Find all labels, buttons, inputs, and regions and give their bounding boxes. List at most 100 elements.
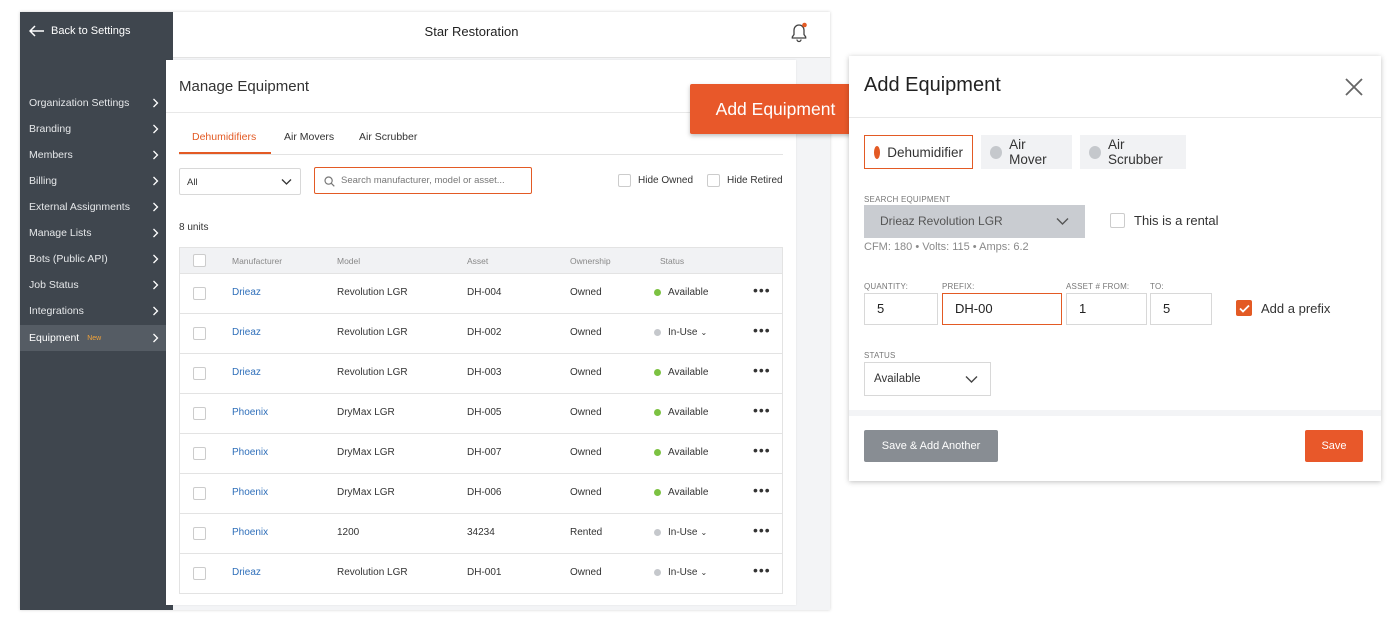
- sidebar-item-job-status[interactable]: Job Status: [20, 272, 173, 298]
- close-icon[interactable]: [1344, 77, 1364, 97]
- back-to-settings-link[interactable]: Back to Settings: [29, 25, 131, 37]
- asset-cell: DH-003: [467, 367, 502, 378]
- manage-equipment-card: Manage Equipment Dehumidifiers Air Mover…: [166, 60, 796, 605]
- manufacturer-link[interactable]: Drieaz: [232, 327, 261, 338]
- sidebar-item-organization-settings[interactable]: Organization Settings: [20, 90, 173, 116]
- rental-checkbox[interactable]: This is a rental: [1110, 213, 1219, 228]
- row-checkbox[interactable]: [193, 567, 206, 580]
- more-options-icon[interactable]: •••: [753, 522, 771, 538]
- more-options-icon[interactable]: •••: [753, 442, 771, 458]
- status-cell: Available: [654, 447, 708, 458]
- hide-retired-checkbox[interactable]: Hide Retired: [707, 174, 783, 187]
- chevron-right-icon: [153, 124, 159, 134]
- manufacturer-link[interactable]: Drieaz: [232, 287, 261, 298]
- ownership-cell: Owned: [570, 487, 602, 498]
- tab-dehumidifiers[interactable]: Dehumidifiers: [192, 131, 256, 143]
- more-options-icon[interactable]: •••: [753, 402, 771, 418]
- chevron-down-icon[interactable]: ⌄: [700, 568, 707, 577]
- manufacturer-link[interactable]: Drieaz: [232, 367, 261, 378]
- radio-icon: [990, 145, 1003, 159]
- radio-icon: [874, 145, 881, 159]
- sidebar-item-equipment[interactable]: Equipment New: [20, 325, 173, 351]
- sidebar-item-members[interactable]: Members: [20, 142, 173, 168]
- table-row[interactable]: Phoenix DryMax LGR DH-006 Owned Available •••: [179, 474, 783, 514]
- add-prefix-checkbox[interactable]: Add a prefix: [1236, 300, 1330, 316]
- type-air-mover[interactable]: Air Mover: [981, 135, 1072, 169]
- manufacturer-link[interactable]: Phoenix: [232, 447, 268, 458]
- modal-header-divider: [849, 117, 1381, 118]
- row-checkbox[interactable]: [193, 287, 206, 300]
- asset-to-field[interactable]: 5: [1150, 293, 1212, 325]
- sidebar-item-label: Bots (Public API): [29, 253, 108, 265]
- asset-from-field[interactable]: 1: [1066, 293, 1147, 325]
- sidebar-item-external-assignments[interactable]: External Assignments: [20, 194, 173, 220]
- row-checkbox[interactable]: [193, 367, 206, 380]
- row-checkbox[interactable]: [193, 327, 206, 340]
- more-options-icon[interactable]: •••: [753, 282, 771, 298]
- prefix-field[interactable]: DH-00: [942, 293, 1062, 325]
- status-text: Available: [668, 447, 709, 458]
- status-cell[interactable]: In-Use ⌄: [654, 327, 707, 338]
- filter-value: All: [187, 177, 198, 188]
- status-dot-icon: [654, 329, 661, 336]
- search-input[interactable]: Search manufacturer, model or asset...: [314, 167, 532, 194]
- sidebar-item-integrations[interactable]: Integrations: [20, 298, 173, 324]
- table-row[interactable]: Drieaz Revolution LGR DH-004 Owned Available…: [179, 274, 783, 314]
- status-dot-icon: [654, 289, 661, 296]
- table-row[interactable]: Phoenix DryMax LGR DH-005 Owned Available •••: [179, 394, 783, 434]
- ownership-cell: Owned: [570, 367, 602, 378]
- sidebar-item-manage-lists[interactable]: Manage Lists: [20, 220, 173, 246]
- column-model: Model: [337, 256, 361, 266]
- search-placeholder: Search manufacturer, model or asset...: [341, 175, 505, 186]
- status-dot-icon: [654, 489, 661, 496]
- manufacturer-link[interactable]: Drieaz: [232, 567, 261, 578]
- filter-select[interactable]: All: [179, 168, 301, 195]
- status-cell[interactable]: In-Use ⌄: [654, 567, 707, 578]
- row-checkbox[interactable]: [193, 447, 206, 460]
- table-row[interactable]: Phoenix DryMax LGR DH-007 Owned Available •••: [179, 434, 783, 474]
- tabs-divider: [179, 154, 783, 155]
- add-equipment-button[interactable]: Add Equipment: [690, 84, 861, 134]
- sidebar-item-billing[interactable]: Billing: [20, 168, 173, 194]
- table-row[interactable]: Phoenix 1200 34234 Rented In-Use ⌄ •••: [179, 514, 783, 554]
- model-cell: Revolution LGR: [337, 327, 408, 338]
- equipment-select[interactable]: Drieaz Revolution LGR: [864, 205, 1085, 238]
- manufacturer-link[interactable]: Phoenix: [232, 407, 268, 418]
- tab-air-scrubber[interactable]: Air Scrubber: [359, 131, 417, 143]
- quantity-field[interactable]: 5: [864, 293, 938, 325]
- save-button[interactable]: Save: [1305, 430, 1363, 462]
- hide-owned-checkbox[interactable]: Hide Owned: [618, 174, 693, 187]
- status-cell[interactable]: In-Use ⌄: [654, 527, 707, 538]
- row-checkbox[interactable]: [193, 527, 206, 540]
- table-row[interactable]: Drieaz Revolution LGR DH-002 Owned In-Use ⌄ ••…: [179, 314, 783, 354]
- status-select[interactable]: Available: [864, 362, 991, 396]
- back-label: Back to Settings: [51, 25, 131, 37]
- sidebar-item-label: Members: [29, 149, 73, 161]
- manufacturer-link[interactable]: Phoenix: [232, 527, 268, 538]
- save-and-add-another-button[interactable]: Save & Add Another: [864, 430, 998, 462]
- chevron-right-icon: [153, 150, 159, 160]
- select-all-checkbox[interactable]: [193, 254, 206, 267]
- ownership-cell: Owned: [570, 287, 602, 298]
- row-checkbox[interactable]: [193, 407, 206, 420]
- manufacturer-link[interactable]: Phoenix: [232, 487, 268, 498]
- bell-icon[interactable]: [789, 22, 809, 44]
- more-options-icon[interactable]: •••: [753, 482, 771, 498]
- sidebar-item-branding[interactable]: Branding: [20, 116, 173, 142]
- more-options-icon[interactable]: •••: [753, 362, 771, 378]
- arrow-left-icon: [29, 25, 44, 37]
- quantity-label: QUANTITY:: [864, 282, 909, 291]
- status-text: In-Use: [668, 527, 698, 538]
- more-options-icon[interactable]: •••: [753, 322, 771, 338]
- more-options-icon[interactable]: •••: [753, 562, 771, 578]
- chevron-down-icon[interactable]: ⌄: [700, 528, 707, 537]
- table-row[interactable]: Drieaz Revolution LGR DH-001 Owned In-Use ⌄ ••…: [179, 554, 783, 594]
- row-checkbox[interactable]: [193, 487, 206, 500]
- type-dehumidifier[interactable]: Dehumidifier: [864, 135, 973, 169]
- tab-air-movers[interactable]: Air Movers: [284, 131, 334, 143]
- table-row[interactable]: Drieaz Revolution LGR DH-003 Owned Available…: [179, 354, 783, 394]
- add-equipment-modal: Add Equipment Dehumidifier Air Mover Air…: [849, 56, 1381, 481]
- sidebar-item-bots-public-api[interactable]: Bots (Public API): [20, 246, 173, 272]
- type-air-scrubber[interactable]: Air Scrubber: [1080, 135, 1186, 169]
- chevron-down-icon[interactable]: ⌄: [700, 328, 707, 337]
